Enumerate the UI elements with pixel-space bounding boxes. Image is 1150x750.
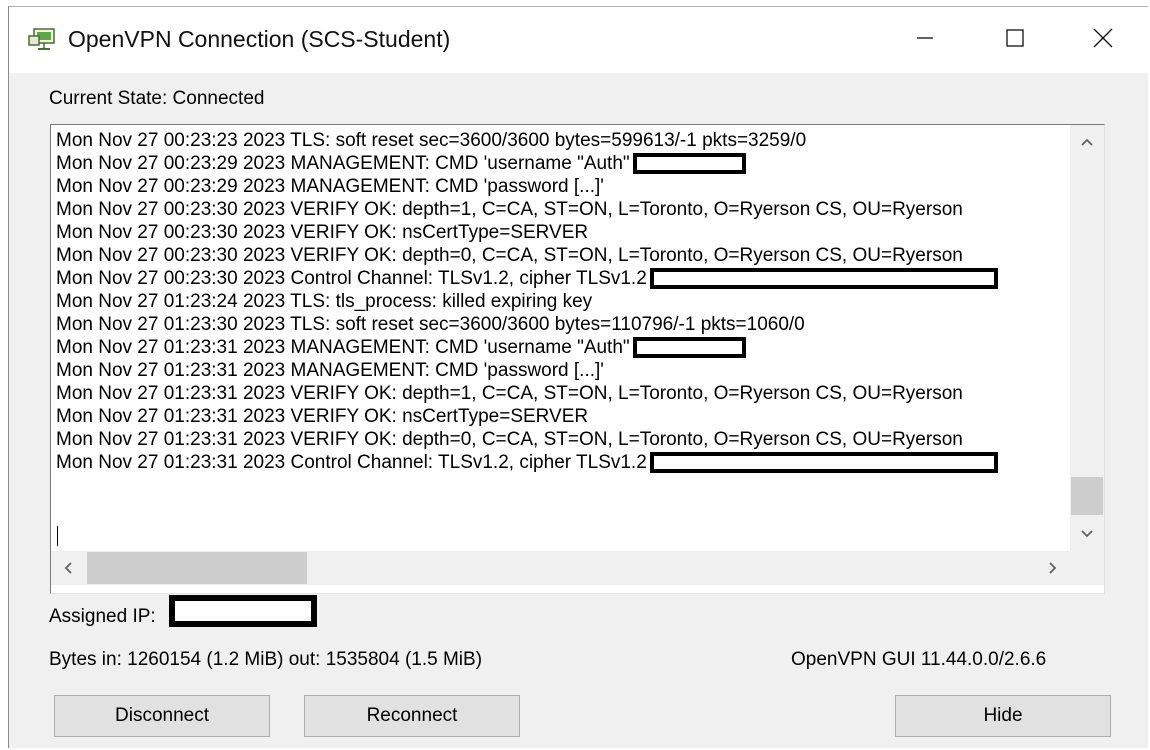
close-icon (1093, 28, 1113, 53)
minimize-button[interactable] (879, 7, 971, 73)
reconnect-button[interactable]: Reconnect (304, 695, 520, 737)
redaction-box (632, 153, 746, 175)
log-line: Mon Nov 27 01:23:30 2023 TLS: soft reset… (56, 313, 1071, 336)
log-line: Mon Nov 27 01:23:31 2023 VERIFY OK: dept… (56, 428, 1071, 451)
vertical-scroll-thumb[interactable] (1071, 477, 1103, 515)
log-line-text: Mon Nov 27 00:23:30 2023 VERIFY OK: dept… (56, 245, 963, 266)
log-line-text: Mon Nov 27 00:23:30 2023 VERIFY OK: nsCe… (56, 222, 589, 243)
log-textbox[interactable]: Mon Nov 27 00:23:23 2023 TLS: soft reset… (50, 124, 1105, 594)
log-line: Mon Nov 27 00:23:30 2023 VERIFY OK: dept… (56, 198, 1071, 221)
log-line: Mon Nov 27 01:23:31 2023 VERIFY OK: nsCe… (56, 405, 1071, 428)
scrollbar-corner (1070, 551, 1104, 585)
log-lines: Mon Nov 27 00:23:23 2023 TLS: soft reset… (56, 129, 1071, 549)
log-line-text: Mon Nov 27 00:23:29 2023 MANAGEMENT: CMD… (56, 176, 604, 197)
log-line-text: Mon Nov 27 00:23:23 2023 TLS: soft reset… (56, 130, 807, 151)
minimize-icon (916, 29, 934, 52)
log-line-text: Mon Nov 27 00:23:29 2023 MANAGEMENT: CMD… (56, 153, 630, 174)
redaction-box (649, 268, 998, 290)
log-line-text: Mon Nov 27 01:23:31 2023 MANAGEMENT: CMD… (56, 337, 630, 358)
log-line: Mon Nov 27 01:23:24 2023 TLS: tls_proces… (56, 290, 1071, 313)
log-line: Mon Nov 27 00:23:29 2023 MANAGEMENT: CMD… (56, 175, 1071, 198)
close-button[interactable] (1057, 7, 1149, 73)
openvpn-connection-window: OpenVPN Connection (SCS-Student) Current… (8, 6, 1148, 748)
log-line: Mon Nov 27 00:23:29 2023 MANAGEMENT: CMD… (56, 152, 1071, 175)
log-line: Mon Nov 27 00:23:23 2023 TLS: soft reset… (56, 129, 1071, 152)
log-line-text: Mon Nov 27 00:23:30 2023 Control Channel… (56, 268, 647, 289)
current-state-label: Current State: Connected (49, 88, 265, 109)
log-line-text: Mon Nov 27 01:23:31 2023 Control Channel… (56, 452, 647, 473)
title-bar[interactable]: OpenVPN Connection (SCS-Student) (9, 7, 1148, 73)
version-label: OpenVPN GUI 11.44.0.0/2.6.6 (791, 649, 1047, 670)
redaction-box (649, 452, 998, 474)
text-caret (57, 526, 58, 546)
scroll-left-arrow-icon[interactable] (51, 551, 85, 585)
log-line: Mon Nov 27 01:23:31 2023 Control Channel… (56, 451, 1071, 474)
log-line: Mon Nov 27 00:23:30 2023 VERIFY OK: nsCe… (56, 221, 1071, 244)
maximize-icon (1006, 28, 1024, 52)
log-line-text: Mon Nov 27 01:23:30 2023 TLS: soft reset… (56, 314, 805, 335)
network-monitor-icon (28, 28, 58, 52)
horizontal-scrollbar[interactable] (51, 551, 1070, 585)
assigned-ip-label: Assigned IP: (49, 606, 156, 627)
vertical-scrollbar[interactable] (1070, 125, 1104, 551)
log-line-text: Mon Nov 27 00:23:30 2023 VERIFY OK: dept… (56, 199, 963, 220)
log-line: Mon Nov 27 01:23:31 2023 VERIFY OK: dept… (56, 382, 1071, 405)
assigned-ip-redaction (169, 595, 317, 627)
hide-button[interactable]: Hide (895, 695, 1111, 737)
log-line: Mon Nov 27 00:23:30 2023 Control Channel… (56, 267, 1071, 290)
log-line: Mon Nov 27 00:23:30 2023 VERIFY OK: dept… (56, 244, 1071, 267)
log-line-text: Mon Nov 27 01:23:31 2023 VERIFY OK: dept… (56, 429, 963, 450)
scroll-down-arrow-icon[interactable] (1070, 517, 1104, 551)
log-line-text: Mon Nov 27 01:23:31 2023 VERIFY OK: dept… (56, 383, 963, 404)
horizontal-scroll-thumb[interactable] (87, 552, 307, 584)
window-title: OpenVPN Connection (SCS-Student) (68, 26, 451, 52)
redaction-box (632, 337, 746, 359)
log-line-text: Mon Nov 27 01:23:24 2023 TLS: tls_proces… (56, 291, 593, 312)
log-line-text: Mon Nov 27 01:23:31 2023 VERIFY OK: nsCe… (56, 406, 589, 427)
bytes-counter: Bytes in: 1260154 (1.2 MiB) out: 1535804… (49, 649, 483, 670)
scroll-right-arrow-icon[interactable] (1036, 551, 1070, 585)
log-line: Mon Nov 27 01:23:31 2023 MANAGEMENT: CMD… (56, 359, 1071, 382)
disconnect-button[interactable]: Disconnect (54, 695, 270, 737)
scroll-up-arrow-icon[interactable] (1070, 125, 1104, 159)
log-line-text: Mon Nov 27 01:23:31 2023 MANAGEMENT: CMD… (56, 360, 604, 381)
log-line: Mon Nov 27 01:23:31 2023 MANAGEMENT: CMD… (56, 336, 1071, 359)
maximize-button[interactable] (969, 7, 1061, 73)
